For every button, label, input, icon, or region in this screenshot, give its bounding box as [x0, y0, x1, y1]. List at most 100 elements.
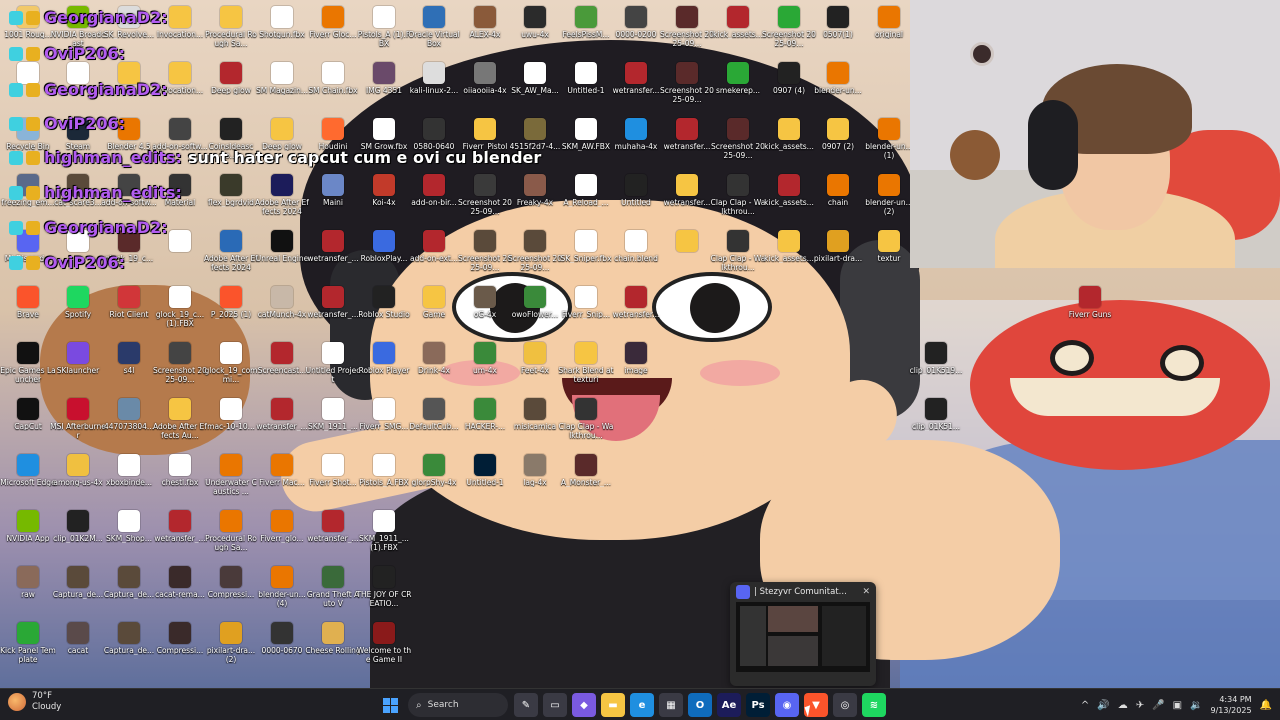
desktop-icon[interactable]: glorpShy-4x — [406, 448, 462, 504]
desktop-icon[interactable]: wetransfer_... — [305, 504, 361, 560]
desktop-icon[interactable]: Roblox Studio — [356, 280, 412, 336]
clock[interactable]: 4:34 PM 9/13/2025 — [1211, 694, 1252, 716]
desktop-icon[interactable]: chain.blend — [608, 224, 664, 280]
desktop-icon[interactable]: 0507(1) — [810, 0, 866, 56]
desktop-icon[interactable]: 0907 (2) — [810, 112, 866, 168]
desktop-icon[interactable]: Grand Theft Auto V — [305, 560, 361, 616]
desktop-icon[interactable]: lag-4x — [507, 448, 563, 504]
desktop-icon[interactable]: Steam — [50, 112, 106, 168]
desktop-icon[interactable]: Untitled Project — [305, 336, 361, 392]
desktop-icon[interactable]: Spotify — [50, 280, 106, 336]
desktop-icon[interactable]: Untitled — [608, 168, 664, 224]
desktop-icon[interactable]: NVIDIA Broadcast — [50, 0, 106, 56]
desktop-icon[interactable]: wetransfer_... — [305, 224, 361, 280]
desktop-icon[interactable]: A_Monster_... — [558, 448, 614, 504]
desktop-icon[interactable]: 447073804... — [101, 392, 157, 448]
desktop-icon[interactable]: Koi-4x — [356, 168, 412, 224]
desktop-icon[interactable]: Oracle VirtualBox — [406, 0, 462, 56]
desktop-icon[interactable]: wetransfer... — [659, 168, 715, 224]
desktop-icon[interactable]: Microsoft Edge — [0, 448, 56, 504]
desktop-icon[interactable]: chain — [810, 168, 866, 224]
desktop-icon[interactable]: SK_AW_Ma... — [507, 56, 563, 112]
desktop-icon[interactable]: 0580-0640 — [406, 112, 462, 168]
desktop-icon[interactable]: wetransfer_... — [305, 280, 361, 336]
desktop-icon[interactable]: clip_01K2M... — [50, 504, 106, 560]
desktop-icon[interactable] — [152, 224, 208, 280]
desktop-icon[interactable]: kick_assets... — [761, 168, 817, 224]
tray-chevron-icon[interactable]: ^ — [1081, 700, 1089, 711]
desktop-icon[interactable] — [101, 56, 157, 112]
desktop-icon[interactable] — [50, 224, 106, 280]
taskbar-after-effects-icon[interactable]: Ae — [717, 693, 741, 717]
desktop-icon[interactable]: misicamica — [507, 392, 563, 448]
taskbar-store-icon[interactable]: ▦ — [659, 693, 683, 717]
desktop-icon[interactable]: smekerep... — [710, 56, 766, 112]
notification-bell-icon[interactable]: 🔔 — [1260, 700, 1272, 711]
desktop-icon[interactable]: Clap Clap - Walkthrou... — [710, 224, 766, 280]
desktop-icon[interactable]: Clap Clap - Walkthrou... — [558, 392, 614, 448]
desktop-icon[interactable]: NVIDIA App — [0, 504, 56, 560]
desktop-icon[interactable]: Roblox Player — [356, 336, 412, 392]
desktop-icon[interactable]: muhaha-4x — [608, 112, 664, 168]
desktop-icon[interactable]: SKM_1911_... — [305, 392, 361, 448]
desktop-icon[interactable]: Untitled-1 — [558, 56, 614, 112]
desktop-icon[interactable]: pixilart-dra... — [810, 224, 866, 280]
desktop-icon[interactable]: pixilart-dra... (2) — [203, 616, 259, 672]
desktop-icon[interactable]: FeelsPissM... — [558, 0, 614, 56]
tray-status-icon[interactable]: ✈ — [1136, 700, 1144, 711]
desktop-icon[interactable]: glock_19_commi... — [203, 336, 259, 392]
desktop-icon[interactable]: Screenshot 2025-09... — [659, 0, 715, 56]
desktop-icon[interactable]: Pistols_A.FBX — [356, 448, 412, 504]
desktop-icon[interactable]: textur — [861, 224, 917, 280]
desktop-icon[interactable]: Shotgun.fbx — [254, 0, 310, 56]
desktop-icon[interactable]: Fiverr_Snip... — [558, 280, 614, 336]
desktop-icon[interactable]: MSI Afterburner — [50, 392, 106, 448]
desktop-icon[interactable]: glock_19_c... (1).FBX — [152, 280, 208, 336]
desktop-icon[interactable]: SKM_AW.FBX — [558, 112, 614, 168]
desktop-icon[interactable]: raw — [0, 560, 56, 616]
desktop-icon[interactable]: Captura_de... — [101, 560, 157, 616]
desktop-icon[interactable]: kick_assets... — [710, 0, 766, 56]
desktop-icon[interactable]: Untitled-1 — [457, 448, 513, 504]
desktop-icon[interactable]: among-us-4x — [50, 448, 106, 504]
desktop-icon[interactable]: Houdini — [305, 112, 361, 168]
taskbar-photoshop-icon[interactable]: Ps — [746, 693, 770, 717]
desktop-icon[interactable]: SKlauncher — [50, 336, 106, 392]
taskbar-file-explorer-icon[interactable]: ▬ — [601, 693, 625, 717]
desktop-icon[interactable]: Captura_de... — [101, 616, 157, 672]
desktop-icon[interactable]: kick_assets... — [761, 224, 817, 280]
desktop-icon[interactable]: chestl.fbx — [152, 448, 208, 504]
desktop-icon[interactable]: DefaultCub... — [406, 392, 462, 448]
desktop-icon[interactable]: um-4x — [457, 336, 513, 392]
desktop-icon[interactable]: Invocation... — [152, 56, 208, 112]
desktop-icon[interactable]: Adobe After Effects 2024 — [254, 168, 310, 224]
desktop-icon[interactable]: Brave — [0, 280, 56, 336]
desktop-icon[interactable]: Fiverr_SMG... — [356, 392, 412, 448]
tray-status-icon[interactable]: 🎤 — [1152, 700, 1164, 711]
desktop-icon[interactable]: Screenshot 2025-09... — [710, 112, 766, 168]
desktop-icon[interactable]: Welcome to the Game II — [356, 616, 412, 672]
taskbar-search-widget-icon[interactable]: ✎ — [514, 693, 538, 717]
desktop-icon[interactable]: Riot Client — [101, 280, 157, 336]
taskbar-copilot-icon[interactable]: ◆ — [572, 693, 596, 717]
desktop-icon[interactable]: Screenshot 2025-09... — [507, 224, 563, 280]
desktop-icon[interactable]: Game — [406, 280, 462, 336]
desktop-icon[interactable]: Adobe After Effects Au... — [152, 392, 208, 448]
desktop-icon[interactable]: Screenshot 2025-09... — [761, 0, 817, 56]
desktop-icon[interactable]: CapCut — [0, 392, 56, 448]
desktop-icon[interactable]: wetransfer... — [608, 56, 664, 112]
desktop-icon[interactable]: Fiverr_Pistol — [457, 112, 513, 168]
taskbar-edge-icon[interactable]: e — [630, 693, 654, 717]
start-button[interactable] — [378, 693, 402, 717]
desktop-icon[interactable]: blender-un... — [810, 56, 866, 112]
desktop-icon[interactable]: Epic Games Launcher — [0, 336, 56, 392]
desktop-icon[interactable]: P_2025 (1) — [203, 280, 259, 336]
desktop-icon[interactable]: SM Chain.fbx — [305, 56, 361, 112]
taskbar-discord-icon[interactable]: ◉ — [775, 693, 799, 717]
desktop-icon[interactable]: Cheese Rolling — [305, 616, 361, 672]
desktop-icon[interactable]: Pistols_A (1).FBX — [356, 0, 412, 56]
desktop-icon[interactable]: Deep glow — [254, 112, 310, 168]
desktop-icon[interactable]: SKM_Shop... — [101, 504, 157, 560]
desktop-icon[interactable]: THE JOY OF CREATIO... — [356, 560, 412, 616]
desktop-icon[interactable]: add-on-softw... — [152, 112, 208, 168]
